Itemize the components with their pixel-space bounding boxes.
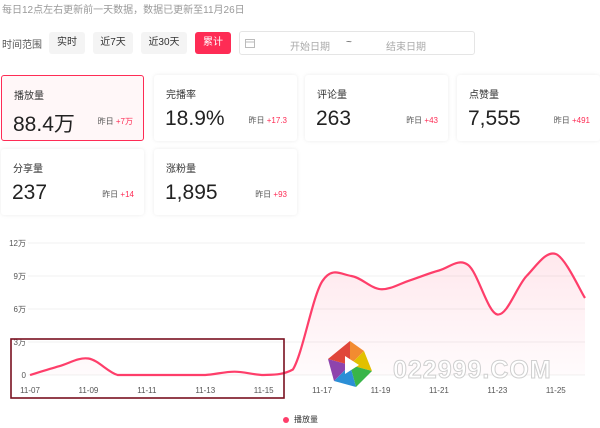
metric-delta: 昨日 +43 bbox=[406, 116, 438, 125]
metric-card-shares[interactable]: 分享量 237 昨日 +14 bbox=[1, 149, 144, 215]
metric-delta: 昨日 +93 bbox=[255, 190, 287, 199]
metric-title: 完播率 bbox=[166, 90, 196, 101]
metric-title: 分享量 bbox=[13, 164, 43, 175]
metric-delta: 昨日 +14 bbox=[102, 190, 134, 199]
date-separator: ~ bbox=[346, 37, 352, 48]
x-tick-label: 11-23 bbox=[487, 386, 507, 395]
metric-value: 263 bbox=[316, 107, 352, 130]
metric-card-completion-rate[interactable]: 完播率 18.9% 昨日 +17.3 bbox=[154, 75, 297, 141]
end-date-input[interactable]: 结束日期 bbox=[386, 38, 426, 53]
chart-legend: 播放量 bbox=[283, 414, 318, 425]
legend-label: 播放量 bbox=[294, 415, 318, 424]
start-date-input[interactable]: 开始日期 bbox=[290, 38, 330, 53]
metric-card-comments[interactable]: 评论量 263 昨日 +43 bbox=[305, 75, 448, 141]
metric-title: 评论量 bbox=[317, 90, 347, 101]
x-tick-label: 11-15 bbox=[254, 386, 274, 395]
time-range-bar: 时间范围 实时 近7天 近30天 累计 开始日期 ~ 结束日期 bbox=[0, 30, 600, 55]
metric-card-plays[interactable]: 播放量 88.4万 昨日 +7万 bbox=[1, 75, 144, 141]
metric-title: 播放量 bbox=[14, 91, 44, 102]
time-range-label: 时间范围 bbox=[2, 40, 42, 51]
date-range-picker[interactable]: 开始日期 ~ 结束日期 bbox=[239, 31, 475, 55]
x-tick-label: 11-13 bbox=[195, 386, 215, 395]
metric-title: 涨粉量 bbox=[166, 164, 196, 175]
range-7days-button[interactable]: 近7天 bbox=[93, 32, 133, 54]
metric-value: 237 bbox=[12, 181, 48, 204]
watermark-text: 022999.COM bbox=[393, 356, 552, 384]
metric-delta: 昨日 +17.3 bbox=[248, 116, 287, 125]
range-total-button[interactable]: 累计 bbox=[195, 32, 231, 54]
range-realtime-button[interactable]: 实时 bbox=[49, 32, 85, 54]
x-tick-label: 11-17 bbox=[312, 386, 332, 395]
legend-marker bbox=[283, 416, 289, 423]
x-tick-label: 11-25 bbox=[546, 386, 566, 395]
y-tick-label: 6万 bbox=[14, 305, 26, 314]
metric-card-followers[interactable]: 涨粉量 1,895 昨日 +93 bbox=[154, 149, 297, 215]
metric-delta: 昨日 +7万 bbox=[97, 117, 133, 126]
metric-title: 点赞量 bbox=[469, 90, 499, 101]
x-tick-label: 11-21 bbox=[429, 386, 449, 395]
y-tick-label: 12万 bbox=[9, 239, 26, 248]
metric-value: 7,555 bbox=[468, 107, 521, 130]
x-tick-label: 11-09 bbox=[78, 386, 98, 395]
plays-trend-chart: 03万6万9万12万11-07 11-09 11-11 11-13 11-15 11-17… bbox=[9, 239, 586, 399]
update-notice: 每日12点左右更新前一天数据，数据已更新至11月26日 bbox=[2, 5, 245, 16]
metric-card-likes[interactable]: 点赞量 7,555 昨日 +491 bbox=[457, 75, 600, 141]
x-tick-label: 11-11 bbox=[137, 386, 157, 395]
y-tick-label: 9万 bbox=[14, 272, 26, 281]
x-tick-label: 11-07 bbox=[20, 386, 40, 395]
metric-delta: 昨日 +491 bbox=[553, 116, 590, 125]
y-tick-label: 0 bbox=[22, 371, 27, 380]
x-tick-label: 11-19 bbox=[371, 386, 391, 395]
metric-value: 18.9% bbox=[165, 107, 225, 130]
metric-value: 88.4万 bbox=[13, 113, 75, 136]
range-30days-button[interactable]: 近30天 bbox=[141, 32, 187, 54]
metric-value: 1,895 bbox=[165, 181, 218, 204]
calendar-icon bbox=[245, 39, 255, 48]
